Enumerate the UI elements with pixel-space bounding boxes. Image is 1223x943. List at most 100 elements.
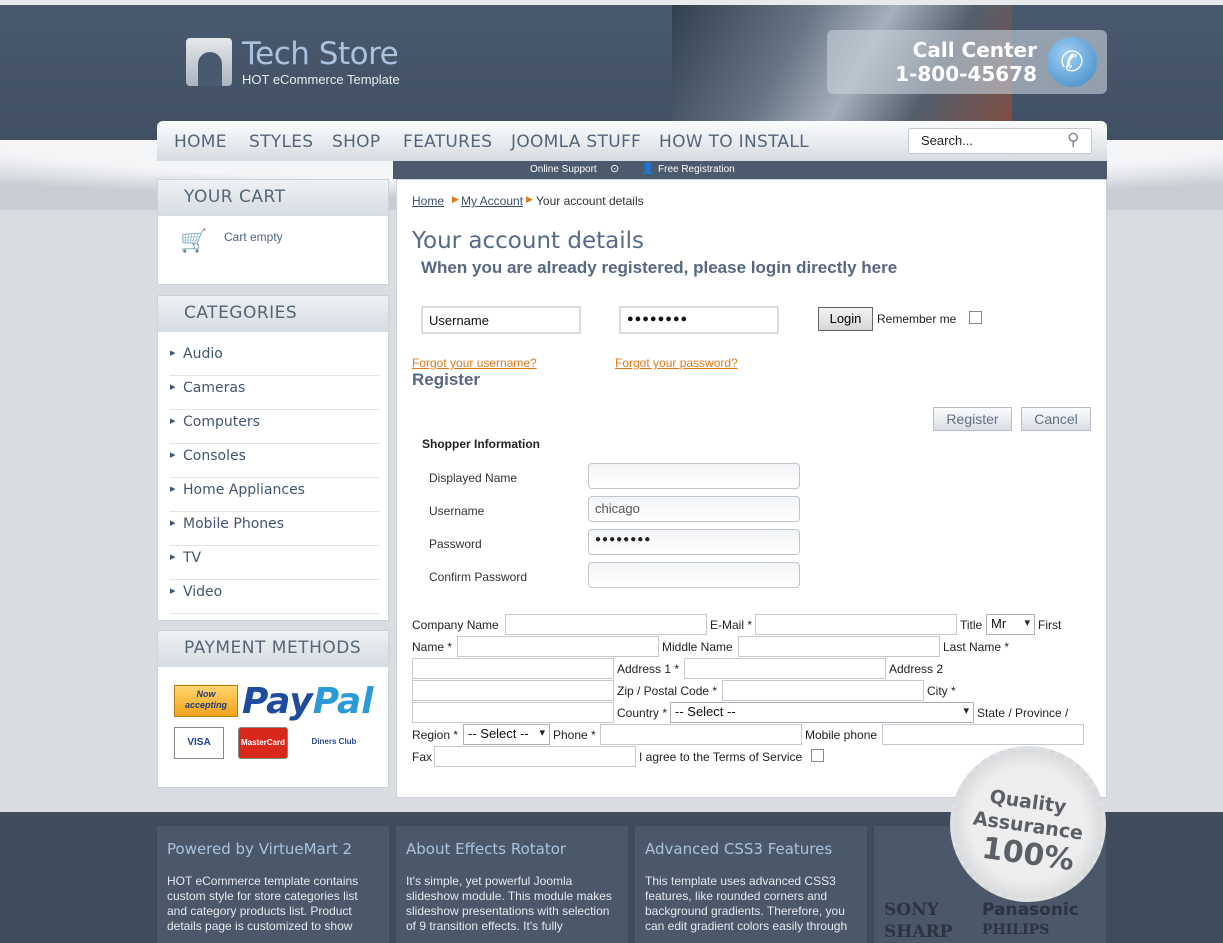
displayed-name-input[interactable] [588, 463, 800, 489]
cart-title: YOUR CART [158, 180, 388, 216]
brand-panasonic: Panasonic [982, 900, 1079, 920]
breadcrumb-my-account[interactable]: My Account [461, 194, 523, 208]
remember-me-label: Remember me [877, 312, 957, 326]
paypal-logo-pay: Pay [242, 681, 313, 722]
register-button[interactable]: Register [933, 407, 1012, 431]
search-icon[interactable]: ⚲ [1067, 130, 1079, 150]
email-input[interactable] [755, 614, 957, 635]
footer-col1-title: Powered by VirtueMart 2 [167, 840, 353, 858]
cart-box: YOUR CART 🛒 Cart empty [157, 179, 389, 285]
category-computers[interactable]: Computers [170, 410, 379, 444]
brand-sony: SONY [884, 900, 939, 920]
nav-how-to-install[interactable]: HOW TO INSTALL [659, 132, 809, 152]
address2-input[interactable] [412, 680, 614, 701]
title-select[interactable]: Mr [986, 614, 1035, 635]
free-registration-link[interactable]: Free Registration [658, 164, 735, 175]
shopper-info-heading: Shopper Information [422, 437, 540, 451]
search-input[interactable]: Search... [908, 128, 1092, 154]
country-select[interactable]: -- Select -- [670, 702, 974, 723]
first-name-label-b: Name * [412, 640, 453, 654]
payment-box: PAYMENT METHODS Now accepting PayPal VIS… [157, 630, 389, 788]
footer-col2-text: It's simple, yet powerful Joomla slidesh… [406, 874, 612, 933]
fax-input[interactable] [434, 746, 636, 767]
logo-icon[interactable] [186, 38, 232, 86]
register-heading: Register [412, 370, 481, 389]
category-video[interactable]: Video [170, 580, 379, 614]
nav-features[interactable]: FEATURES [403, 132, 492, 152]
login-heading: When you are already registered, please … [421, 258, 898, 277]
state-select[interactable]: -- Select -- [463, 724, 550, 745]
last-name-input[interactable] [412, 658, 614, 679]
company-label: Company Name [412, 618, 499, 632]
login-password-input[interactable]: ●●●●●●●● [619, 306, 779, 334]
footer-col-effects-rotator: About Effects Rotator It's simple, yet p… [396, 826, 628, 943]
cancel-button[interactable]: Cancel [1021, 407, 1091, 431]
state-label-a: State / Province / [977, 706, 1069, 720]
visa-card-icon: VISA [174, 727, 224, 759]
country-label: Country * [617, 706, 668, 720]
breadcrumb-current: Your account details [536, 194, 644, 208]
terms-checkbox[interactable] [811, 749, 824, 762]
online-support-icon: ⊙ [610, 163, 620, 175]
category-list: Audio Cameras Computers Consoles Home Ap… [170, 342, 379, 614]
logo-title[interactable]: Tech Store [242, 36, 399, 72]
nav-joomla-stuff[interactable]: JOOMLA STUFF [511, 132, 641, 152]
mobile-phone-label: Mobile phone [805, 728, 878, 742]
logo-subtitle: HOT eCommerce Template [242, 72, 400, 87]
call-center-label: Call Center [912, 38, 1037, 62]
breadcrumb-arrow-icon: ▶ [452, 194, 459, 204]
zip-label: Zip / Postal Code * [617, 684, 718, 698]
login-button[interactable]: Login [818, 307, 873, 331]
displayed-name-label: Displayed Name [429, 471, 518, 485]
title-label: Title [960, 618, 983, 632]
footer-col1-text: HOT eCommerce template contains custom s… [167, 874, 359, 933]
register-password-input[interactable]: ●●●●●●●● [588, 529, 800, 555]
address2-label: Address 2 [889, 662, 944, 676]
first-name-input[interactable] [457, 636, 659, 657]
middle-name-input[interactable] [738, 636, 940, 657]
city-input[interactable] [412, 702, 614, 723]
nav-styles[interactable]: STYLES [249, 132, 313, 152]
user-icon: 👤 [641, 163, 655, 175]
email-label: E-Mail * [710, 618, 753, 632]
footer-col-virtuemart: Powered by VirtueMart 2 HOT eCommerce te… [157, 826, 389, 943]
page-title: Your account details [412, 228, 644, 254]
nav-home[interactable]: HOME [174, 132, 227, 152]
category-home-appliances[interactable]: Home Appliances [170, 478, 379, 512]
register-username-input[interactable]: chicago [588, 496, 800, 522]
category-mobile-phones[interactable]: Mobile Phones [170, 512, 379, 546]
nav-shop[interactable]: SHOP [332, 132, 380, 152]
category-consoles[interactable]: Consoles [170, 444, 379, 478]
brand-sharp: SHARP [884, 922, 953, 942]
diners-club-icon: Diners Club [298, 727, 370, 759]
forgot-password-link[interactable]: Forgot your password? [615, 356, 738, 370]
middle-name-label: Middle Name [662, 640, 733, 654]
footer-col3-text: This template uses advanced CSS3 feature… [645, 874, 848, 933]
cart-status: Cart empty [224, 230, 283, 244]
fax-label: Fax [412, 750, 433, 764]
footer-col3-title: Advanced CSS3 Features [645, 840, 833, 858]
payment-title: PAYMENT METHODS [158, 631, 388, 667]
forgot-username-link[interactable]: Forgot your username? [412, 356, 537, 370]
last-name-label: Last Name * [943, 640, 1010, 654]
state-label-b: Region * [412, 728, 459, 742]
phone-label: Phone * [553, 728, 596, 742]
breadcrumb-home[interactable]: Home [412, 194, 444, 208]
categories-box: CATEGORIES Audio Cameras Computers Conso… [157, 295, 389, 621]
mobile-phone-input[interactable] [882, 724, 1084, 745]
confirm-password-input[interactable] [588, 562, 800, 588]
login-username-input[interactable]: Username [421, 306, 581, 334]
register-username-label: Username [429, 504, 485, 518]
phone-input[interactable] [600, 724, 802, 745]
paypal-logo: PayPal [242, 681, 373, 722]
address1-input[interactable] [684, 658, 886, 679]
category-cameras[interactable]: Cameras [170, 376, 379, 410]
category-tv[interactable]: TV [170, 546, 379, 580]
online-support-link[interactable]: Online Support [530, 164, 597, 175]
zip-input[interactable] [722, 680, 924, 701]
first-name-label-a: First [1038, 618, 1062, 632]
company-input[interactable] [505, 614, 707, 635]
category-audio[interactable]: Audio [170, 342, 379, 376]
confirm-password-label: Confirm Password [429, 570, 528, 584]
remember-me-checkbox[interactable] [969, 311, 982, 324]
